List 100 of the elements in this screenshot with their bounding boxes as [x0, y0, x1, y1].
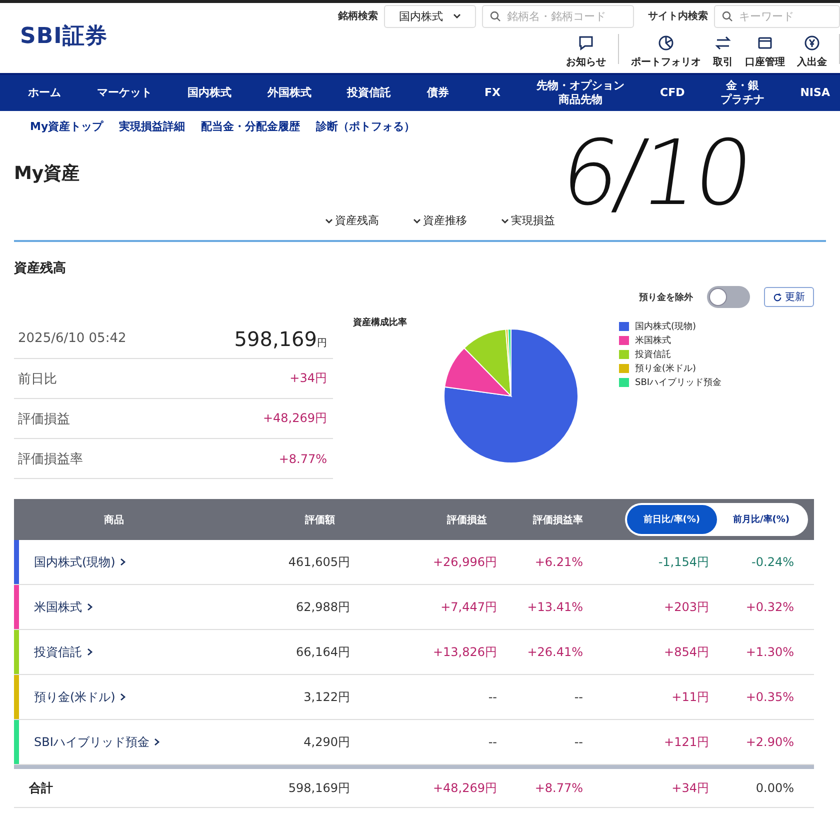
legend-label: 米国株式: [635, 334, 671, 347]
chevron-icon: [153, 738, 162, 746]
summary-label: 前日比: [18, 370, 57, 388]
nav-item-line[interactable]: 商品先物: [558, 93, 602, 108]
nav-item-line[interactable]: 金・銀: [726, 78, 759, 93]
column-header: 商品: [103, 513, 125, 526]
table-cell-text: --: [573, 735, 583, 749]
shortcut-button[interactable]: ポートフォリオ: [625, 34, 707, 69]
table-cell-text: +0.35%: [744, 690, 794, 704]
table-cell-text: +0.32%: [744, 600, 794, 614]
anchor-link[interactable]: 実現損益: [501, 213, 555, 228]
table-cell-text: +203円: [663, 598, 709, 616]
product-link[interactable]: 預り金(米ドル): [19, 688, 128, 706]
search-icon: [722, 10, 733, 22]
market-select[interactable]: 国内株式: [384, 4, 476, 28]
table-cell-text: --: [487, 735, 497, 749]
total-amount: 598,169 円: [234, 326, 327, 350]
toggle-label: 預り金を除外: [639, 292, 693, 304]
table-cell-text: +854円: [663, 644, 709, 660]
table-cell-text: 598,169円: [287, 780, 350, 796]
nav-item[interactable]: NISA: [800, 86, 830, 100]
table-cell-text: +7,447円: [440, 598, 497, 616]
sub-nav-link[interactable]: 診断（ポトフォる）: [316, 119, 416, 141]
search-field[interactable]: キーワード: [714, 4, 840, 28]
table-cell-text: +121円: [663, 734, 709, 750]
table-cell-text: -1,154円: [657, 554, 709, 570]
table-cell-text: +26.41%: [526, 645, 583, 659]
table-cell-text: --: [573, 690, 583, 704]
summary-value: +34円: [290, 370, 327, 387]
shortcut-button[interactable]: 取引: [707, 34, 739, 69]
legend-label: 投資信託: [635, 348, 671, 361]
sub-nav-link[interactable]: 配当金・分配金履歴: [201, 119, 300, 141]
table-cell-text: --: [487, 690, 497, 704]
nav-item[interactable]: 国内株式: [188, 86, 232, 100]
chevron-icon: [86, 648, 94, 656]
swap-arrows-icon: [714, 34, 732, 52]
section-title: 資産残高: [14, 260, 67, 277]
speech-bubble-icon: [577, 34, 595, 52]
column-header: 評価損益率: [532, 513, 583, 526]
sub-nav-link[interactable]: 実現損益詳細: [119, 119, 186, 141]
chart-title: 資産構成比率: [352, 316, 408, 330]
period-tab[interactable]: 前月比/率(%): [716, 505, 806, 534]
datetime: 2025/6/10 05:42: [18, 331, 126, 346]
pie-chart-icon: [657, 34, 675, 52]
table-cell-text: +11円: [670, 688, 709, 706]
legend-label: 預り金(米ドル): [635, 362, 696, 375]
product-link[interactable]: 国内株式(現物): [19, 554, 128, 570]
chevron-icon: [119, 693, 128, 701]
summary-value: +8.77%: [278, 452, 327, 466]
table-cell-text: +1.30%: [744, 645, 794, 659]
product-link[interactable]: 投資信託: [19, 644, 94, 660]
table-cell-text: +2.90%: [744, 735, 794, 749]
table-cell-text: -0.24%: [750, 555, 794, 569]
table-cell-text: +26,996円: [432, 554, 497, 570]
refresh-button[interactable]: 更新: [764, 287, 814, 307]
column-header: 評価損益: [446, 514, 488, 526]
table-cell-text: 62,988円: [295, 598, 350, 616]
table-cell-text: 4,290円: [302, 734, 350, 750]
column-header: 評価額: [304, 514, 336, 526]
toggle-switch[interactable]: [707, 286, 750, 308]
nav-item[interactable]: マーケット: [96, 86, 152, 100]
chevron-down-icon: [501, 216, 509, 224]
nav-item[interactable]: CFD: [660, 86, 685, 100]
product-link[interactable]: 米国株式: [19, 598, 94, 616]
nav-item[interactable]: 外国株式: [267, 86, 312, 100]
table-cell-text: 66,164円: [295, 644, 350, 660]
shortcut-button[interactable]: 入出金: [791, 34, 833, 69]
legend-label: SBIハイブリッド預金: [635, 376, 722, 389]
table-cell-text: +6.21%: [534, 555, 583, 569]
sub-nav-link[interactable]: My資産トップ: [30, 119, 104, 141]
refresh-icon: [773, 292, 782, 302]
caret-icon: [453, 12, 461, 20]
anchor-link[interactable]: 資産残高: [325, 213, 379, 228]
search-field[interactable]: 銘柄名・銘柄コード: [482, 4, 634, 28]
nav-item[interactable]: FX: [484, 86, 500, 100]
summary-label: 評価損益率: [18, 450, 83, 468]
yen-coin-icon: [803, 34, 821, 52]
nav-item-line[interactable]: プラチナ: [720, 93, 764, 108]
nav-item[interactable]: 債券: [426, 86, 449, 100]
page-title: My資産: [14, 162, 81, 185]
shortcut-button[interactable]: お知らせ: [560, 34, 612, 69]
chevron-down-icon: [413, 216, 421, 224]
summary-value: +48,269円: [262, 410, 327, 427]
total-label: 合計: [28, 780, 54, 796]
product-link[interactable]: SBIハイブリッド預金: [19, 734, 162, 750]
summary-label: 評価損益: [18, 410, 70, 428]
search-label: 銘柄検索: [338, 10, 378, 23]
nav-item-line[interactable]: 先物・オプション: [536, 78, 624, 93]
anchor-link[interactable]: 資産推移: [413, 213, 467, 228]
nav-item[interactable]: ホーム: [28, 86, 61, 100]
search-icon: [490, 10, 501, 22]
table-cell-text: 0.00%: [754, 781, 794, 795]
logo[interactable]: SBI証券: [20, 21, 108, 73]
legend-label: 国内株式(現物): [635, 320, 696, 333]
period-tab[interactable]: 前日比/率(%): [627, 505, 716, 534]
table-cell-text: 3,122円: [302, 688, 350, 706]
shortcut-button[interactable]: 口座管理: [739, 34, 791, 69]
table-cell-text: +48,269円: [432, 780, 497, 796]
chevron-icon: [119, 558, 128, 566]
nav-item[interactable]: 投資信託: [347, 86, 391, 100]
